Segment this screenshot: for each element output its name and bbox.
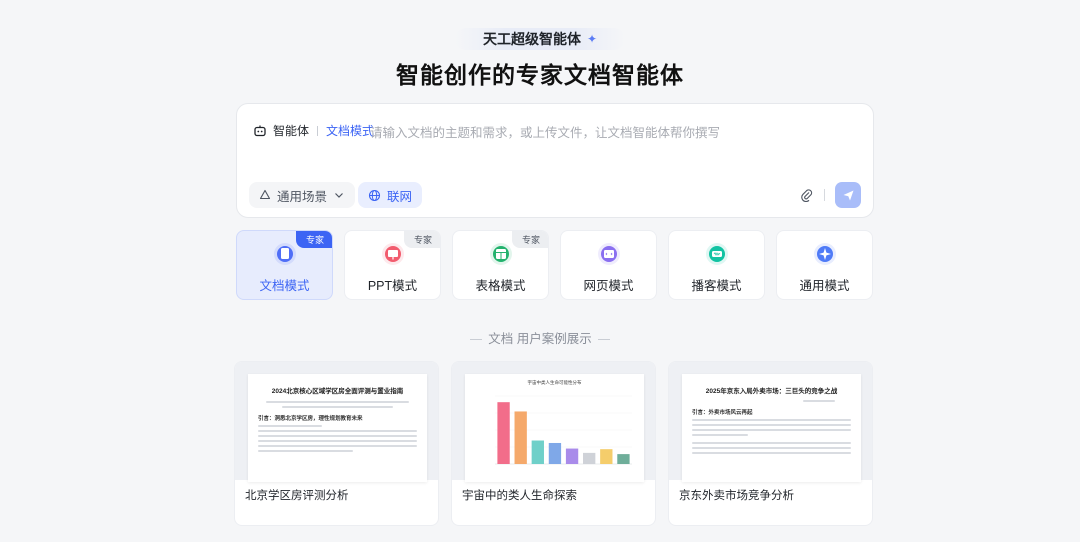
case-caption: 北京学区房评测分析 bbox=[245, 490, 349, 502]
bar bbox=[583, 452, 596, 464]
mode-label: 文档模式 bbox=[259, 279, 310, 293]
text-line bbox=[258, 430, 417, 432]
text-line bbox=[258, 440, 417, 442]
header-badge-row: 天工超级智能体 ✦ bbox=[0, 28, 1080, 50]
network-label: 联网 bbox=[387, 189, 413, 204]
text-line bbox=[692, 424, 851, 426]
doc-title: 2024北京核心区域学区房全面评测与置业指南 bbox=[271, 388, 404, 395]
doc-heading: 引言：外卖市场风云再起 bbox=[692, 410, 753, 416]
text-line bbox=[258, 435, 417, 437]
text-line bbox=[692, 447, 851, 449]
bar bbox=[565, 448, 579, 464]
mode-card-1[interactable]: PPT模式 专家 bbox=[344, 230, 441, 300]
page-title: 智能创作的专家文档智能体 bbox=[396, 62, 684, 88]
scene-select[interactable]: 通用场景 bbox=[249, 182, 356, 208]
attach-icon[interactable] bbox=[800, 188, 814, 202]
bar bbox=[600, 449, 613, 464]
case-caption: 宇宙中的类人生命探索 bbox=[462, 490, 577, 502]
doc-heading: 引言：洞悉北京学区房，理性规划教育未来 bbox=[258, 416, 363, 422]
case-thumbnail: 2025年京东入局外卖市场：三巨头的竞争之战 引言：外卖市场风云再起 bbox=[669, 362, 872, 482]
prompt-input[interactable]: 请输入文档的主题和需求，或上传文件，让文档智能体帮你撰写 bbox=[370, 122, 720, 141]
robot-icon bbox=[254, 125, 266, 136]
bar bbox=[514, 411, 527, 464]
text-line bbox=[281, 406, 394, 408]
webpage-icon bbox=[597, 243, 620, 265]
podcast-icon bbox=[705, 243, 728, 265]
text-line bbox=[692, 442, 851, 444]
bar bbox=[497, 402, 510, 464]
text-line bbox=[692, 434, 748, 436]
scene-icon bbox=[259, 189, 271, 200]
mode-card-5[interactable]: 通用模式 bbox=[776, 230, 873, 300]
text-line bbox=[265, 401, 410, 403]
doc-title: 2025年京东入局外卖市场：三巨头的竞争之战 bbox=[705, 388, 838, 395]
globe-icon bbox=[368, 189, 381, 201]
mode-label: 表格模式 bbox=[475, 279, 526, 293]
divider bbox=[470, 339, 483, 341]
bar bbox=[531, 440, 544, 464]
sparkle-icon: ✦ bbox=[586, 32, 598, 46]
divider bbox=[317, 125, 319, 136]
send-button[interactable] bbox=[835, 182, 861, 208]
doc-icon bbox=[273, 243, 296, 265]
agent-label: 智能体 bbox=[273, 124, 310, 138]
expert-tag: 专家 bbox=[403, 231, 440, 248]
doc-preview: 2024北京核心区域学区房全面评测与置业指南 引言：洞悉北京学区房，理性规划教育… bbox=[248, 374, 427, 482]
bar bbox=[548, 442, 562, 464]
mode-card-2[interactable]: 表格模式 专家 bbox=[452, 230, 549, 300]
text-line bbox=[692, 452, 851, 454]
mode-label: PPT模式 bbox=[367, 279, 418, 293]
case-list: 2024北京核心区域学区房全面评测与置业指南 引言：洞悉北京学区房，理性规划教育… bbox=[234, 361, 873, 526]
text-line bbox=[692, 419, 851, 421]
divider bbox=[597, 339, 610, 341]
text-line bbox=[258, 445, 417, 447]
case-thumbnail: 2024北京核心区域学区房全面评测与置业指南 引言：洞悉北京学区房，理性规划教育… bbox=[235, 362, 438, 482]
case-thumbnail: 宇宙中类人生命可能性分布 bbox=[452, 362, 655, 482]
expert-tag: 专家 bbox=[295, 231, 332, 248]
cases-section-title: 文档 用户案例展示 bbox=[0, 328, 1080, 347]
chevron-down-icon bbox=[335, 193, 343, 198]
badge-text: 天工超级智能体 bbox=[482, 31, 581, 47]
table-icon bbox=[489, 243, 512, 265]
case-card[interactable]: 宇宙中类人生命可能性分布 宇宙中的类人生命探索 bbox=[451, 361, 656, 526]
bar bbox=[617, 454, 630, 464]
product-badge: 天工超级智能体 ✦ bbox=[454, 28, 626, 50]
mode-card-3[interactable]: 网页模式 bbox=[560, 230, 657, 300]
mode-card-0[interactable]: 文档模式 专家 bbox=[236, 230, 333, 300]
cases-title-text: 文档 用户案例展示 bbox=[488, 332, 592, 346]
case-card[interactable]: 2024北京核心区域学区房全面评测与置业指南 引言：洞悉北京学区房，理性规划教育… bbox=[234, 361, 439, 526]
mode-label: 播客模式 bbox=[691, 279, 742, 293]
mode-label: 通用模式 bbox=[799, 279, 850, 293]
input-actions bbox=[800, 182, 861, 208]
case-caption: 京东外卖市场竞争分析 bbox=[679, 490, 794, 502]
current-mode-label: 文档模式 bbox=[326, 124, 375, 138]
agent-mode-tag[interactable]: 智能体 文档模式 bbox=[253, 122, 374, 139]
text-line bbox=[258, 450, 354, 452]
prompt-input-card[interactable]: 智能体 文档模式 请输入文档的主题和需求，或上传文件，让文档智能体帮你撰写 通用… bbox=[236, 103, 874, 218]
chart-preview: 宇宙中类人生命可能性分布 bbox=[465, 374, 644, 482]
text-line bbox=[692, 429, 851, 431]
sparkle-icon bbox=[813, 243, 836, 265]
network-toggle[interactable]: 联网 bbox=[358, 182, 423, 208]
text-line bbox=[258, 425, 322, 427]
doc-preview: 2025年京东入局外卖市场：三巨头的竞争之战 引言：外卖市场风云再起 bbox=[682, 374, 861, 482]
ppt-icon bbox=[381, 243, 404, 265]
mode-card-4[interactable]: 播客模式 bbox=[668, 230, 765, 300]
expert-tag: 专家 bbox=[511, 231, 548, 248]
bar-chart bbox=[495, 395, 632, 465]
mode-label: 网页模式 bbox=[583, 279, 634, 293]
text-line bbox=[803, 400, 836, 402]
send-icon bbox=[843, 190, 853, 200]
divider bbox=[824, 189, 825, 201]
scene-label: 通用场景 bbox=[277, 189, 328, 204]
mode-selector: 文档模式 专家 PPT模式 专家 表格模式 专家 网页模式 播客模式 通用模式 bbox=[236, 230, 874, 300]
case-card[interactable]: 2025年京东入局外卖市场：三巨头的竞争之战 引言：外卖市场风云再起 京东外卖市… bbox=[668, 361, 873, 526]
